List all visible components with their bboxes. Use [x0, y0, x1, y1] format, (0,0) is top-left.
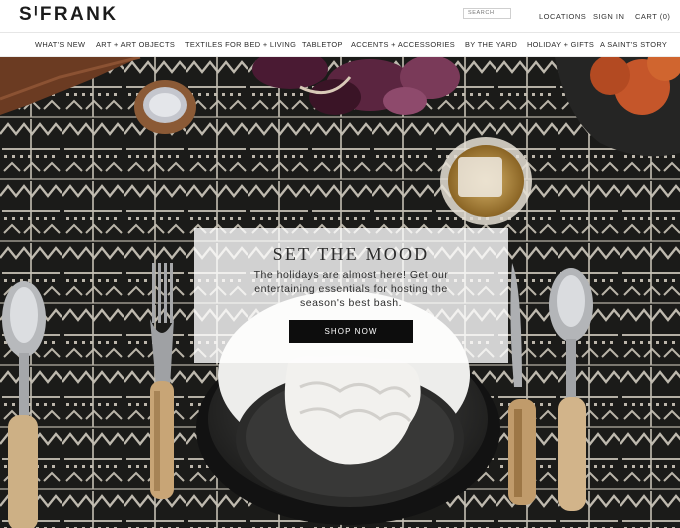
promo-text: The holidays are almost here! Get our en… [253, 269, 449, 309]
nav-item-tabletop[interactable]: TABLETOP [302, 40, 343, 49]
promo-title: SET THE MOOD [272, 244, 430, 264]
nav-item-art[interactable]: ART + ART OBJECTS [96, 40, 175, 49]
sign-in-link[interactable]: SIGN IN [593, 12, 624, 21]
nav-item-textiles[interactable]: TEXTILES FOR BED + LIVING [185, 40, 296, 49]
nav-item-accents[interactable]: ACCENTS + ACCESSORIES [351, 40, 455, 49]
nav-item-by-the-yard[interactable]: BY THE YARD [465, 40, 517, 49]
locations-link[interactable]: LOCATIONS [539, 12, 586, 21]
cart-link[interactable]: CART (0) [635, 12, 670, 21]
hero-banner[interactable]: SET THE MOOD The holidays are almost her… [0, 57, 680, 528]
logo[interactable]: SᴵFRANK [19, 4, 118, 26]
nav-item-whats-new[interactable]: WHAT'S NEW [35, 40, 85, 49]
shop-now-button[interactable]: SHOP NOW [289, 320, 413, 343]
nav-item-saints-story[interactable]: A SAINT'S STORY [600, 40, 667, 49]
nav-item-holiday[interactable]: HOLIDAY + GIFTS [527, 40, 594, 49]
search-input[interactable] [463, 8, 511, 19]
site-header: SᴵFRANK LOCATIONS SIGN IN CART (0) [0, 0, 680, 32]
main-nav: WHAT'S NEW ART + ART OBJECTS TEXTILES FO… [0, 33, 680, 56]
promo-overlay: SET THE MOOD The holidays are almost her… [194, 228, 508, 363]
